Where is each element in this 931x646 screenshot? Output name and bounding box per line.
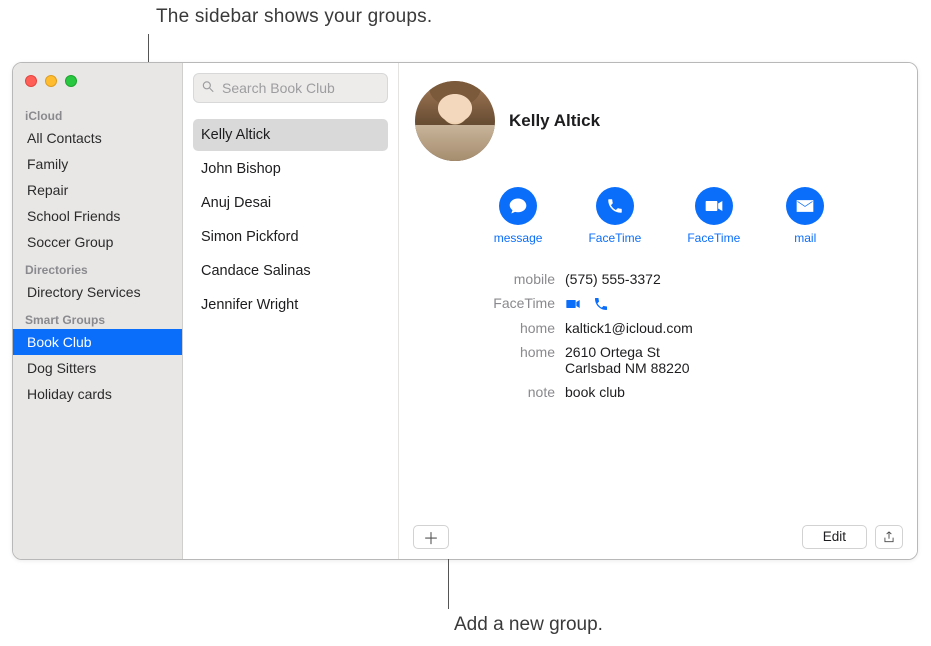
avatar[interactable] [415,81,495,161]
contact-header: Kelly Altick [415,81,903,161]
facetime-video-button[interactable]: FaceTime [687,187,740,245]
quick-action-label: FaceTime [588,231,641,245]
list-item[interactable]: Anuj Desai [193,187,388,219]
facetime-audio-button[interactable]: FaceTime [588,187,641,245]
share-icon [882,530,896,544]
contact-fields: mobile (575) 555-3372 FaceTime home kalt… [415,267,903,404]
edit-button[interactable]: Edit [802,525,867,549]
quick-action-label: message [494,231,543,245]
sidebar-item-book-club[interactable]: Book Club [13,329,182,355]
close-window-button[interactable] [25,75,37,87]
plus-icon: ＋ [423,525,439,549]
sidebar-section-icloud: iCloud [13,101,182,125]
address-line: Carlsbad NM 88220 [565,360,903,376]
add-button[interactable]: ＋ [413,525,449,549]
address-line: 2610 Ortega St [565,344,903,360]
field-home-email: home kaltick1@icloud.com [415,316,903,340]
sidebar-section-directories: Directories [13,255,182,279]
field-label: home [415,344,565,376]
sidebar-item-family[interactable]: Family [13,151,182,177]
sidebar-item-dog-sitters[interactable]: Dog Sitters [13,355,182,381]
field-label: home [415,320,565,336]
callout-line [448,559,449,609]
field-label: FaceTime [415,295,565,312]
contact-detail-pane: Kelly Altick message FaceTime FaceTime [399,63,917,559]
maximize-window-button[interactable] [65,75,77,87]
detail-toolbar: ＋ Edit [413,525,903,549]
list-item[interactable]: Simon Pickford [193,221,388,253]
list-item[interactable]: Candace Salinas [193,255,388,287]
field-mobile: mobile (575) 555-3372 [415,267,903,291]
phone-icon [596,187,634,225]
sidebar-item-holiday-cards[interactable]: Holiday cards [13,381,182,407]
sidebar-item-repair[interactable]: Repair [13,177,182,203]
search-icon [201,80,215,97]
quick-actions-row: message FaceTime FaceTime mail [415,187,903,245]
sidebar-item-all-contacts[interactable]: All Contacts [13,125,182,151]
field-home-address: home 2610 Ortega St Carlsbad NM 88220 [415,340,903,380]
sidebar-section-smart-groups: Smart Groups [13,305,182,329]
field-value[interactable]: kaltick1@icloud.com [565,320,903,336]
sidebar-item-directory-services[interactable]: Directory Services [13,279,182,305]
field-note: note book club [415,380,903,404]
list-item[interactable]: John Bishop [193,153,388,185]
video-icon [695,187,733,225]
sidebar: iCloud All Contacts Family Repair School… [13,63,183,559]
sidebar-item-soccer-group[interactable]: Soccer Group [13,229,182,255]
quick-action-label: mail [794,231,816,245]
minimize-window-button[interactable] [45,75,57,87]
field-value[interactable]: 2610 Ortega St Carlsbad NM 88220 [565,344,903,376]
quick-action-label: FaceTime [687,231,740,245]
mail-button[interactable]: mail [786,187,824,245]
contact-name: Kelly Altick [509,111,600,131]
search-field-wrapper [193,73,388,103]
contacts-window: iCloud All Contacts Family Repair School… [12,62,918,560]
field-facetime: FaceTime [415,291,903,316]
field-value[interactable]: (575) 555-3372 [565,271,903,287]
field-value [565,295,903,312]
window-controls [25,75,77,87]
facetime-video-icon[interactable] [565,295,589,311]
field-label: mobile [415,271,565,287]
list-item[interactable]: Jennifer Wright [193,289,388,321]
facetime-audio-icon[interactable] [593,295,617,311]
mail-icon [786,187,824,225]
list-item[interactable]: Kelly Altick [193,119,388,151]
sidebar-item-school-friends[interactable]: School Friends [13,203,182,229]
message-icon [499,187,537,225]
contact-list-pane: Kelly Altick John Bishop Anuj Desai Simo… [183,63,399,559]
field-label: note [415,384,565,400]
search-input[interactable] [193,73,388,103]
callout-sidebar-groups: The sidebar shows your groups. [156,6,432,28]
share-button[interactable] [875,525,903,549]
callout-add-group: Add a new group. [454,614,603,636]
message-button[interactable]: message [494,187,543,245]
field-value[interactable]: book club [565,384,903,400]
